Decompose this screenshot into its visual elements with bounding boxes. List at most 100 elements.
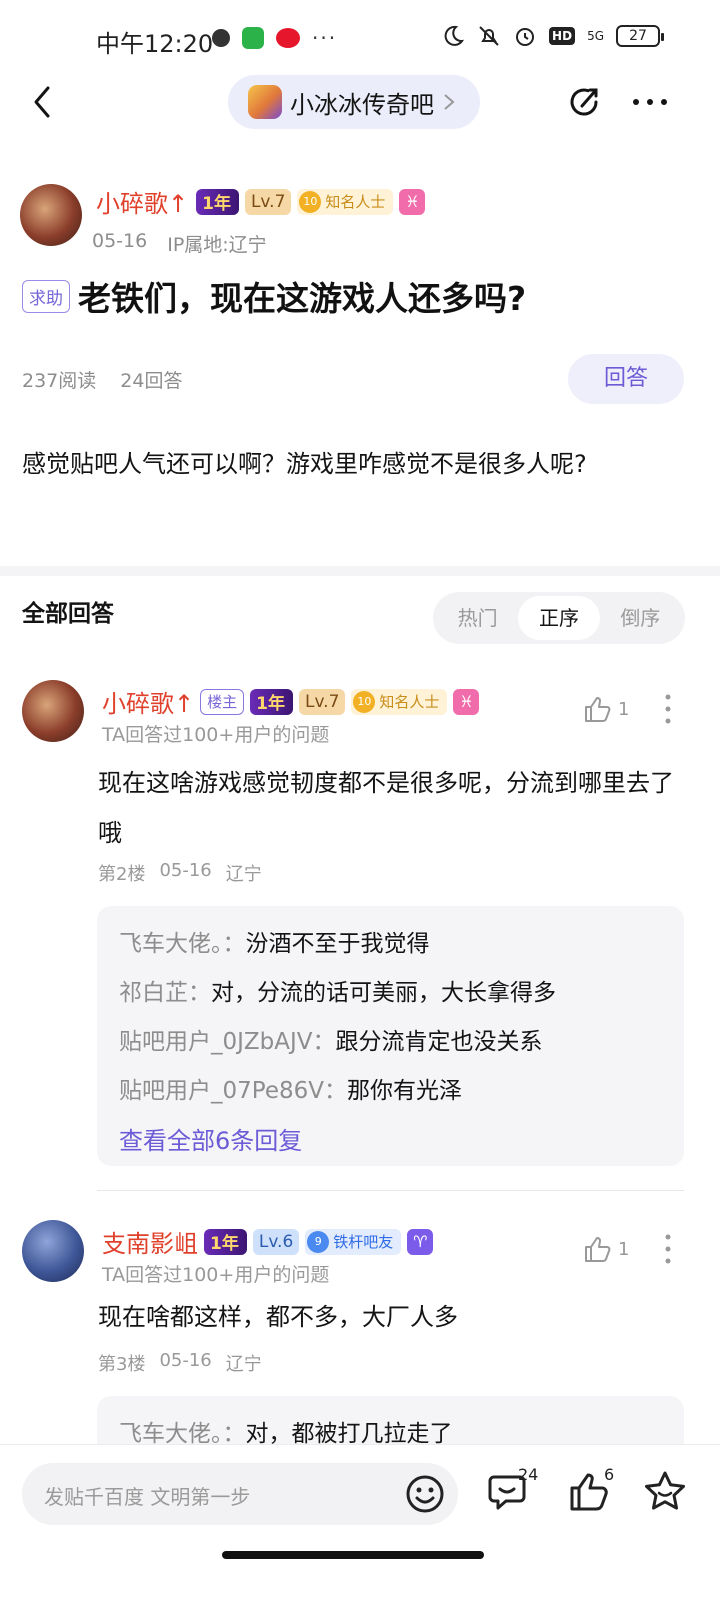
level-badge: Lv.7 (244, 188, 292, 215)
post-stats: 237阅读 24回答 (22, 366, 182, 393)
reply-date: 05-16 (159, 1350, 212, 1371)
reply-avatar[interactable] (22, 680, 84, 742)
reply-divider (97, 1190, 684, 1191)
bottom-bar: 发贴千百度 文明第一步 24 6 (0, 1444, 720, 1600)
level-badge: Lv.7 (298, 688, 346, 715)
zodiac-pisces-icon: ♓ (399, 188, 426, 215)
app-notification-icon (212, 29, 230, 47)
reply-avatar[interactable] (22, 1220, 84, 1282)
sub-reply-text: 对，分流的话可美丽，大长拿得多 (211, 980, 556, 1006)
back-arrow-icon[interactable] (28, 82, 58, 122)
reply-date: 05-16 (159, 860, 212, 881)
sub-reply-text: 那你有光泽 (346, 1078, 462, 1104)
answer-button[interactable]: 回答 (568, 354, 684, 404)
author-name[interactable]: 小碎歌↑ (96, 184, 188, 219)
sort-tab-descending[interactable]: 倒序 (600, 596, 681, 640)
reply-like-button[interactable]: 1 (582, 694, 629, 724)
reply-author-name[interactable]: 小碎歌↑ (102, 684, 194, 719)
reply-author-subtitle: TA回答过100+用户的问题 (102, 724, 330, 746)
compose-input[interactable]: 发贴千百度 文明第一步 (22, 1463, 458, 1525)
reply-author-row: 支南影岨 1年 Lv.6 9 铁杆吧友 ♈ (102, 1224, 434, 1259)
fan-level: 9 (307, 1230, 330, 1253)
sort-tabs: 热门 正序 倒序 (433, 592, 685, 644)
post-title: 老铁们，现在这游戏人还多吗? (78, 279, 527, 318)
fame-badge: 10 知名人士 (351, 688, 448, 715)
phone-notification-icon (242, 27, 264, 49)
forum-entry-button[interactable]: 小冰冰传奇吧 (228, 75, 480, 129)
mute-icon (479, 26, 499, 46)
more-menu-icon[interactable] (630, 82, 670, 122)
fame-title: 知名人士 (325, 193, 386, 211)
sort-tab-ascending[interactable]: 正序 (518, 596, 600, 640)
system-icons: HD 5G 27 (441, 24, 664, 48)
sub-reply[interactable]: 贴吧用户_0JZbAJV：跟分流肯定也没关系 (119, 1018, 662, 1067)
author-badges: 1年 Lv.7 10 知名人士 ♓ (196, 188, 426, 215)
notification-icons: ··· (212, 26, 337, 50)
reply-author-row: 小碎歌↑ 楼主 1年 Lv.7 10 知名人士 ♓ (102, 684, 480, 719)
help-tag: 求助 (22, 279, 70, 313)
sub-reply[interactable]: 贴吧用户_07Pe86V：那你有光泽 (119, 1067, 662, 1116)
zodiac-pisces-icon: ♓ (453, 688, 480, 715)
reply-floor: 第2楼 (98, 864, 146, 885)
post-author-row: 小碎歌↑ 1年 Lv.7 10 知名人士 ♓ (96, 184, 426, 219)
view-all-replies-link[interactable]: 查看全部6条回复 (119, 1116, 662, 1166)
reply-floor: 第3楼 (98, 1354, 146, 1375)
like-count: 6 (604, 1465, 615, 1484)
member-year-badge: 1年 (250, 688, 293, 715)
post-title-row: 求助 老铁们，现在这游戏人还多吗? (22, 272, 526, 320)
member-year-badge: 1年 (204, 1228, 247, 1255)
level-badge: Lv.6 (252, 1228, 300, 1255)
sub-reply-author: 祁白芷： (119, 980, 211, 1006)
sub-reply[interactable]: 飞车大佬。：汾酒不至于我觉得 (119, 920, 662, 969)
reply-more-icon[interactable] (658, 1232, 678, 1266)
weibo-notification-icon (276, 28, 300, 48)
reply-body: 现在这啥游戏感觉韧度都不是很多呢，分流到哪里去了哦 (98, 769, 674, 847)
read-count: 237阅读 (22, 370, 97, 392)
reply-like-button[interactable]: 1 (582, 1234, 629, 1264)
hd-icon: HD (549, 27, 576, 45)
author-avatar[interactable] (20, 184, 82, 246)
all-answers-heading: 全部回答 (22, 601, 114, 627)
forum-name: 小冰冰传奇吧 (290, 90, 434, 119)
sub-reply-author: 飞车大佬。： (119, 931, 246, 957)
moon-icon (444, 25, 465, 46)
star-icon[interactable] (643, 1469, 687, 1513)
compose-placeholder: 发贴千百度 文明第一步 (44, 1485, 251, 1509)
thumbs-up-icon (585, 697, 611, 722)
fame-title: 知名人士 (379, 693, 440, 711)
sub-reply-author: 贴吧用户_0JZbAJV： (119, 1029, 336, 1055)
comment-count: 24 (518, 1465, 539, 1484)
status-time: 中午12:20 (96, 30, 214, 58)
alarm-icon (516, 28, 535, 46)
reply-location: 辽宁 (225, 864, 262, 885)
reply-like-count: 1 (618, 1238, 630, 1260)
sub-reply[interactable]: 祁白芷：对，分流的话可美丽，大长拿得多 (119, 969, 662, 1018)
reply-author-name[interactable]: 支南影岨 (102, 1224, 198, 1259)
reply-meta: 第3楼 05-16 辽宁 (98, 1350, 262, 1376)
more-notifications-icon: ··· (312, 26, 338, 50)
post-ip: IP属地:辽宁 (167, 234, 267, 256)
signal-icon: 5G (587, 29, 604, 43)
reply-author-subtitle: TA回答过100+用户的问题 (102, 1264, 330, 1286)
nav-bar: 小冰冰传奇吧 (0, 72, 720, 132)
emoji-icon[interactable] (404, 1473, 446, 1515)
reply-author-badges: 楼主 1年 Lv.7 10 知名人士 ♓ (200, 688, 480, 715)
member-year-badge: 1年 (196, 188, 239, 215)
section-divider (0, 566, 720, 576)
reply-more-icon[interactable] (658, 692, 678, 726)
fame-level: 10 (353, 690, 376, 713)
answer-count: 24回答 (120, 370, 183, 392)
fan-badge: 9 铁杆吧友 (305, 1228, 402, 1255)
reply-like-count: 1 (618, 698, 630, 720)
sort-tab-hot[interactable]: 热门 (437, 596, 518, 640)
reply-location: 辽宁 (225, 1354, 262, 1375)
sub-reply-author: 贴吧用户_07Pe86V： (119, 1078, 347, 1104)
post-body: 感觉贴吧人气还可以啊？游戏里咋感觉不是很多人呢? (22, 450, 587, 478)
reply-body: 现在啥都这样，都不多，大厂人多 (98, 1303, 458, 1331)
share-icon[interactable] (566, 82, 606, 122)
fame-badge: 10 知名人士 (297, 188, 394, 215)
sub-reply-text: 跟分流肯定也没关系 (335, 1029, 543, 1055)
zodiac-aries-icon: ♈ (407, 1228, 434, 1255)
reply-author-badges: 1年 Lv.6 9 铁杆吧友 ♈ (204, 1228, 434, 1255)
owner-badge: 楼主 (200, 688, 245, 715)
